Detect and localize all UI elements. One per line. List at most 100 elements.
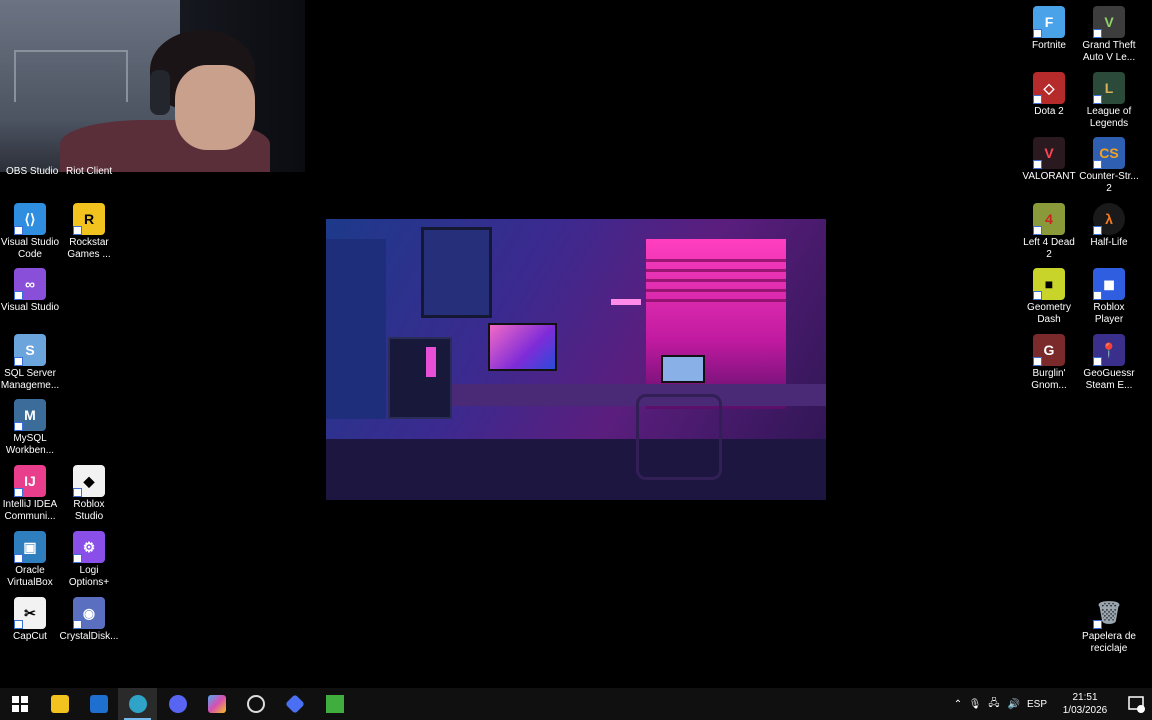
desktop-icon-cs2[interactable]: CS Counter-Str... 2: [1079, 137, 1139, 195]
icon-label: CrystalDisk...: [59, 631, 119, 642]
desktop-icon-gta5[interactable]: V Grand Theft Auto V Le...: [1079, 6, 1139, 64]
taskbar-dev-tool[interactable]: [275, 688, 314, 720]
virtualbox-icon: ▣: [14, 531, 46, 563]
webcam-overlay: [0, 0, 305, 172]
recycle-bin-icon: 🗑: [1093, 597, 1125, 629]
gta5-icon: V: [1093, 6, 1125, 38]
desktop-icon-visual-studio[interactable]: ∞ Visual Studio: [0, 268, 60, 314]
icon-label: League of Legends: [1086, 106, 1132, 129]
desktop-icon-geoguessr[interactable]: 📍 GeoGuessr Steam E...: [1079, 334, 1139, 392]
desktop-icon-fortnite[interactable]: F Fortnite: [1019, 6, 1079, 52]
taskbar-copilot[interactable]: [197, 688, 236, 720]
desktop-icon-rockstar[interactable]: R Rockstar Games ...: [59, 203, 119, 261]
microphone-icon[interactable]: 🎙: [966, 699, 984, 710]
valorant-icon: V: [1033, 137, 1065, 169]
windows-icon: [11, 696, 28, 712]
logi-icon: ⚙: [73, 531, 105, 563]
league-of-legends-icon: L: [1093, 72, 1125, 104]
taskbar-outlook[interactable]: [79, 688, 118, 720]
icon-label: MySQL Workben...: [5, 433, 55, 456]
start-button[interactable]: [0, 688, 39, 720]
mysql-icon: M: [14, 399, 46, 431]
desktop-icon-dota2[interactable]: ◇ Dota 2: [1019, 72, 1079, 118]
desktop-icon-crystaldisk[interactable]: ◉ CrystalDisk...: [59, 597, 119, 643]
taskbar-discord[interactable]: [158, 688, 197, 720]
system-tray: ⌃ 🎙 🖧 🔊 ESP: [950, 688, 1050, 720]
desktop-icon-vscode[interactable]: ⟨⟩ Visual Studio Code: [0, 203, 60, 261]
capcut-icon: ✂: [14, 597, 46, 629]
taskbar-edge[interactable]: [118, 688, 157, 720]
roblox-player-icon: ◼: [1093, 268, 1125, 300]
half-life-icon: λ: [1093, 203, 1125, 235]
left4dead2-icon: 4: [1033, 203, 1065, 235]
icon-label: GeoGuessr Steam E...: [1083, 368, 1135, 391]
icon-label: Logi Options+: [68, 565, 110, 588]
geometry-dash-icon: ■: [1033, 268, 1065, 300]
volume-icon[interactable]: 🔊: [1004, 699, 1024, 710]
icon-label: Grand Theft Auto V Le...: [1082, 40, 1136, 63]
wallpaper-image: [326, 219, 826, 500]
icon-label: Visual Studio Code: [0, 237, 60, 260]
sql-server-icon: S: [14, 334, 46, 366]
desktop-icon-half-life[interactable]: λ Half-Life: [1079, 203, 1139, 249]
icon-label: Visual Studio: [0, 302, 60, 313]
taskbar-minecraft[interactable]: [315, 688, 354, 720]
minecraft-icon: [325, 695, 344, 713]
icon-label: Rockstar Games ...: [67, 237, 111, 260]
language-indicator[interactable]: ESP: [1024, 699, 1050, 710]
network-icon[interactable]: 🖧: [984, 696, 1004, 713]
diamond-app-icon: [284, 694, 305, 714]
chevron-up-icon[interactable]: ⌃: [950, 699, 966, 710]
obs-label-partial[interactable]: OBS Studio: [6, 166, 58, 177]
desktop-icon-roblox-player[interactable]: ◼ Roblox Player: [1079, 268, 1139, 326]
folder-icon: [50, 695, 69, 713]
icon-label: Roblox Player: [1093, 302, 1125, 325]
fortnite-icon: F: [1033, 6, 1065, 38]
riot-label-partial[interactable]: Riot Client: [66, 166, 112, 177]
desktop-icon-roblox-studio[interactable]: ◆ Roblox Studio: [59, 465, 119, 523]
icon-label: SQL Server Manageme...: [0, 368, 60, 391]
desktop-icon-recycle-bin[interactable]: 🗑 Papelera de reciclaje: [1079, 597, 1139, 655]
notification-icon: [1128, 696, 1145, 713]
intellij-icon: IJ: [14, 465, 46, 497]
clock-time: 21:51: [1072, 692, 1098, 703]
desktop-icon-capcut[interactable]: ✂ CapCut: [0, 597, 60, 643]
geoguessr-icon: 📍: [1093, 334, 1125, 366]
desktop-icon-l4d2[interactable]: 4 Left 4 Dead 2: [1019, 203, 1079, 261]
icon-label: Dota 2: [1034, 106, 1064, 117]
desktop-icon-burglin-gnomes[interactable]: G Burglin' Gnom...: [1019, 334, 1079, 392]
desktop-icon-virtualbox[interactable]: ▣ Oracle VirtualBox: [0, 531, 60, 589]
desktop-icon-intellij[interactable]: IJ IntelliJ IDEA Communi...: [0, 465, 60, 523]
icon-label: Burglin' Gnom...: [1031, 368, 1067, 391]
outlook-icon: [89, 695, 108, 713]
desktop-icon-mysql[interactable]: M MySQL Workben...: [0, 399, 60, 457]
copilot-icon: [207, 695, 226, 713]
icon-label: Counter-Str... 2: [1079, 171, 1139, 194]
icon-label: Fortnite: [1032, 40, 1066, 51]
desktop-icon-lol[interactable]: L League of Legends: [1079, 72, 1139, 130]
visual-studio-icon: ∞: [14, 268, 46, 300]
icon-label: Half-Life: [1090, 237, 1128, 248]
icon-label: IntelliJ IDEA Communi...: [2, 499, 58, 522]
icon-label: Geometry Dash: [1027, 302, 1071, 325]
taskbar-file-explorer[interactable]: [40, 688, 79, 720]
taskbar-speedtest[interactable]: [236, 688, 275, 720]
icon-label: Oracle VirtualBox: [7, 565, 53, 588]
desktop-icon-geometry-dash[interactable]: ■ Geometry Dash: [1019, 268, 1079, 326]
edge-icon: [128, 695, 147, 713]
rockstar-icon: R: [73, 203, 105, 235]
desktop-icon-logi[interactable]: ⚙ Logi Options+: [59, 531, 119, 589]
roblox-studio-icon: ◆: [73, 465, 105, 497]
notification-center-button[interactable]: [1126, 694, 1146, 714]
clock[interactable]: 21:51 1/03/2026: [1050, 691, 1120, 717]
speedometer-icon: [246, 695, 265, 713]
burglin-gnomes-icon: G: [1033, 334, 1065, 366]
desktop-icon-valorant[interactable]: V VALORANT: [1019, 137, 1079, 183]
icon-label: VALORANT: [1022, 171, 1076, 182]
icon-label: Left 4 Dead 2: [1023, 237, 1075, 260]
counter-strike-icon: CS: [1093, 137, 1125, 169]
icon-label: Roblox Studio: [73, 499, 105, 522]
icon-label: CapCut: [13, 631, 47, 642]
taskbar: ⌃ 🎙 🖧 🔊 ESP 21:51 1/03/2026: [0, 688, 1152, 720]
desktop-icon-sql-server[interactable]: S SQL Server Manageme...: [0, 334, 60, 392]
